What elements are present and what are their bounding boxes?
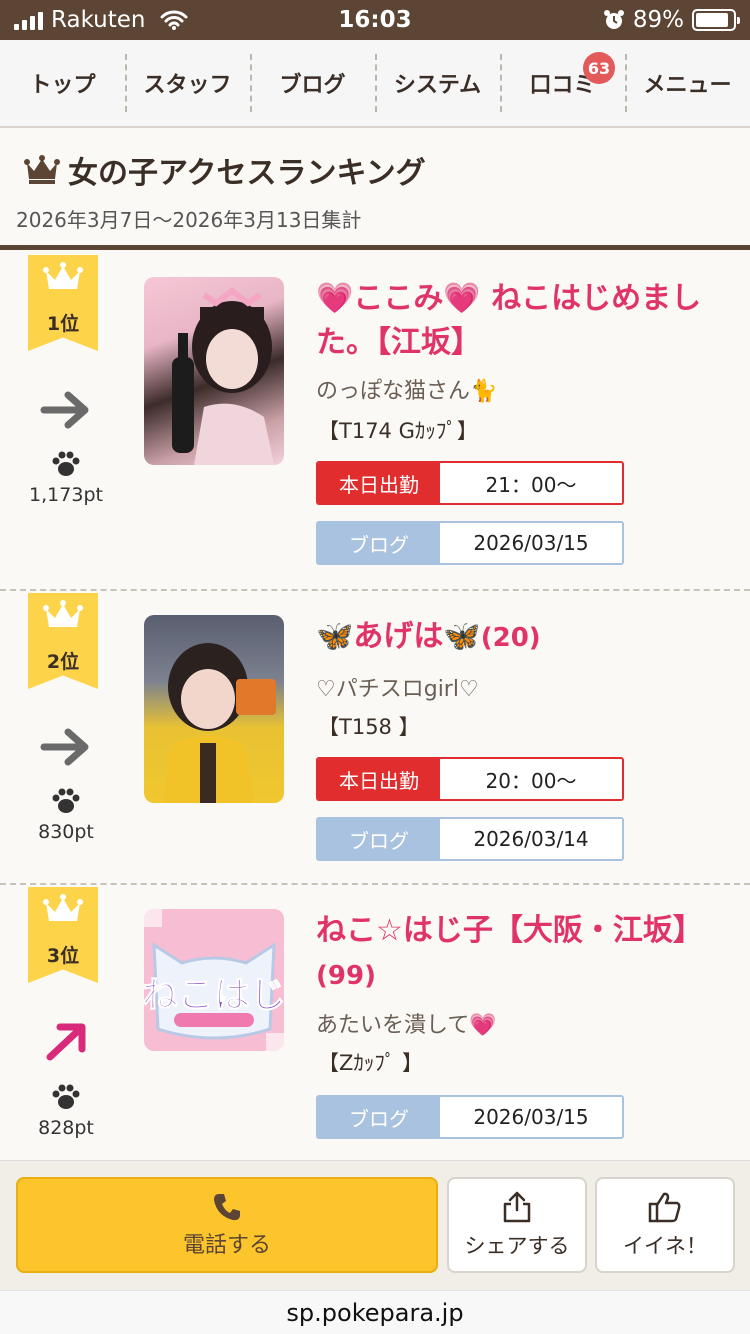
bottom-action-bar: 電話する シェアする イイネ！ <box>0 1160 750 1290</box>
girl-photo[interactable] <box>144 615 284 803</box>
paw-icon <box>52 1084 80 1109</box>
paw-icon <box>52 788 80 813</box>
girl-name[interactable]: 💗ここみ💗 ねこはじめました。【江坂】 <box>316 277 716 365</box>
ranking-entry-2: 2位 830pt 🦋あげは🦋(20) ♡パチスロgirl♡ 【T158 】 本日… <box>0 593 750 885</box>
ranking-period: 2026年3月7日〜2026年3月13日集計 <box>16 208 362 232</box>
browser-url-bar[interactable]: sp.pokepara.jp <box>0 1290 750 1334</box>
blog-label: ブログ <box>318 523 440 563</box>
girl-photo[interactable] <box>144 277 284 465</box>
ranking-entry-1: 1位 1,173pt 💗ここみ💗 ねこはじめました。【江坂】 のっぽな猫さん🐈 … <box>0 255 750 591</box>
thumbs-up-icon <box>648 1192 681 1223</box>
trend-flat-arrow-icon <box>40 391 89 429</box>
girl-name-text: ねこ☆はじ子【大阪・江坂】 <box>316 913 703 948</box>
share-button[interactable]: シェアする <box>447 1177 587 1273</box>
rank-ribbon: 2位 <box>28 593 98 689</box>
page-title: 女の子アクセスランキング <box>24 148 426 192</box>
battery-icon <box>692 9 740 31</box>
points: 828pt <box>38 1117 94 1139</box>
nav-reviews[interactable]: 口コミ 63 <box>500 40 625 126</box>
page-title-text: 女の子アクセスランキング <box>68 156 426 191</box>
rank-label: 3位 <box>46 945 80 967</box>
girl-age: (99) <box>316 961 376 991</box>
call-button[interactable]: 電話する <box>16 1177 438 1273</box>
like-button-label: イイネ！ <box>623 1234 707 1258</box>
blog-date: 2026/03/15 <box>440 1097 622 1137</box>
crown-icon <box>43 894 83 921</box>
blog-link[interactable]: ブログ 2026/03/14 <box>316 817 624 861</box>
work-label: 本日出勤 <box>318 759 440 799</box>
ranking-heading: 女の子アクセスランキング 2026年3月7日〜2026年3月13日集計 <box>0 130 750 250</box>
girl-name[interactable]: ねこ☆はじ子【大阪・江坂】 (99) <box>316 909 716 998</box>
photo-illustration <box>164 643 276 803</box>
blog-label: ブログ <box>318 1097 440 1137</box>
crown-icon <box>24 155 60 184</box>
catchphrase: のっぽな猫さん🐈 <box>316 379 498 404</box>
status-bar: Rakuten 16:03 89% <box>0 0 750 40</box>
ranking-entry-3: 3位 828pt ねこはじ ねこ☆はじ子【大阪・江坂】 (99) あたいを潰して💗… <box>0 887 750 1160</box>
work-schedule[interactable]: 本日出勤 21：00〜 <box>316 461 624 505</box>
top-nav: トップ スタッフ ブログ システム 口コミ 63 メニュー <box>0 40 750 128</box>
nav-staff[interactable]: スタッフ <box>125 40 250 126</box>
cat-logo-illustration: ねこはじ <box>144 909 284 1051</box>
girl-spec: 【Zｶｯﾌﾟ 】 <box>318 1051 424 1075</box>
rank-ribbon: 3位 <box>28 887 98 983</box>
nav-system[interactable]: システム <box>375 40 500 126</box>
shop-logo[interactable]: ねこはじ <box>144 909 284 1051</box>
girl-spec: 【T174 Gｶｯﾌﾟ】 <box>318 419 478 443</box>
girl-name[interactable]: 🦋あげは🦋(20) <box>316 615 716 660</box>
work-time: 21：00〜 <box>440 463 622 503</box>
blog-date: 2026/03/15 <box>440 523 622 563</box>
blog-date: 2026/03/14 <box>440 819 622 859</box>
catchphrase: あたいを潰して💗 <box>316 1013 497 1038</box>
crown-icon <box>43 262 83 289</box>
paw-icon <box>52 451 80 476</box>
call-button-label: 電話する <box>182 1233 271 1258</box>
blog-label: ブログ <box>318 819 440 859</box>
review-count-badge: 63 <box>583 52 615 84</box>
rank-label: 2位 <box>46 651 80 673</box>
trend-up-arrow-icon <box>46 1023 86 1061</box>
share-button-label: シェアする <box>464 1234 570 1258</box>
blog-link[interactable]: ブログ 2026/03/15 <box>316 1095 624 1139</box>
work-schedule[interactable]: 本日出勤 20：00〜 <box>316 757 624 801</box>
phone-icon <box>214 1194 240 1221</box>
photo-illustration <box>172 287 274 465</box>
work-time: 20：00〜 <box>440 759 622 799</box>
catchphrase: ♡パチスロgirl♡ <box>316 677 479 702</box>
blog-link[interactable]: ブログ 2026/03/15 <box>316 521 624 565</box>
rank-label: 1位 <box>46 313 80 335</box>
logo-text: ねこはじ <box>144 975 284 1016</box>
nav-menu[interactable]: メニュー <box>625 40 750 126</box>
points: 1,173pt <box>29 484 103 506</box>
work-label: 本日出勤 <box>318 463 440 503</box>
share-icon <box>503 1191 531 1223</box>
girl-name-text: 🦋あげは🦋 <box>316 619 481 654</box>
girl-age: (20) <box>480 623 541 653</box>
points: 830pt <box>38 821 94 843</box>
trend-flat-arrow-icon <box>40 728 89 766</box>
girl-spec: 【T158 】 <box>318 715 420 739</box>
url-text: sp.pokepara.jp <box>286 1298 464 1327</box>
battery-percent: 89% <box>632 7 684 33</box>
rank-ribbon: 1位 <box>28 255 98 351</box>
alarm-icon <box>603 10 624 29</box>
crown-icon <box>43 600 83 627</box>
nav-top[interactable]: トップ <box>0 40 125 126</box>
status-right: 89% <box>603 7 740 33</box>
nav-blog[interactable]: ブログ <box>250 40 375 126</box>
girl-name-text: 💗ここみ💗 ねこはじめました。【江坂】 <box>316 281 702 360</box>
like-button[interactable]: イイネ！ <box>595 1177 735 1273</box>
